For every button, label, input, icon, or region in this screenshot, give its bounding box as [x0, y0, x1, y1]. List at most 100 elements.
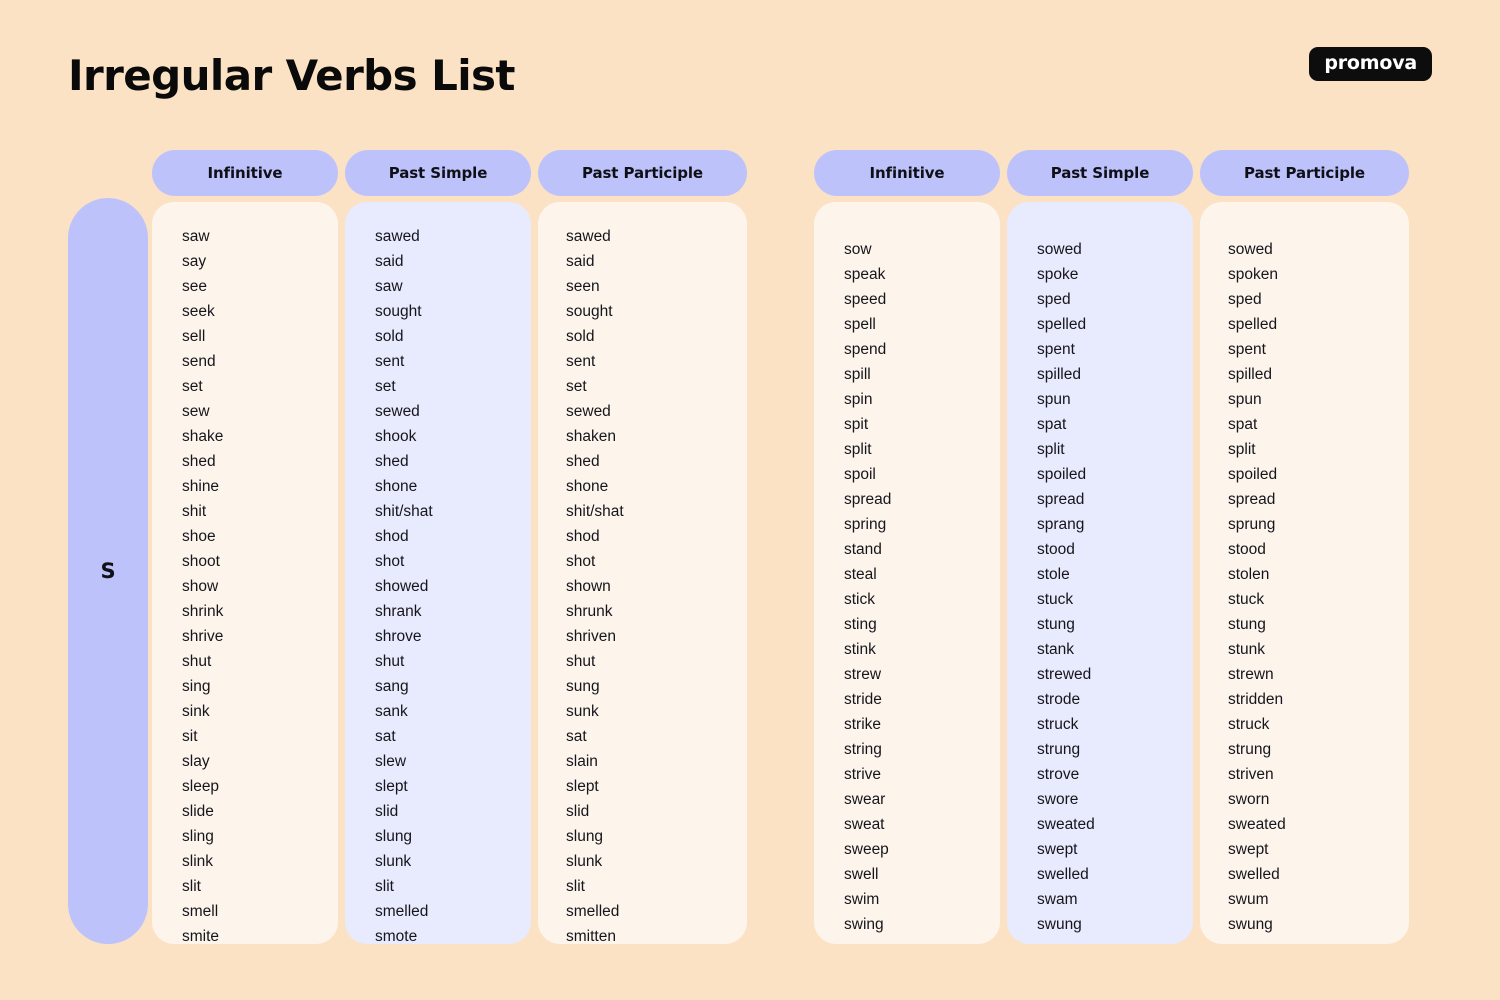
verb-item: shriven — [566, 628, 616, 645]
verb-item: sleep — [182, 778, 220, 795]
verb-item: sow — [844, 241, 872, 258]
verb-item: spring — [844, 516, 887, 533]
verb-item: stood — [1037, 541, 1075, 558]
verb-item: showed — [375, 578, 429, 595]
column-infinitive-right: Infinitive sow speak speed spell spend spill s… — [814, 150, 1000, 944]
verb-item: slung — [566, 828, 604, 845]
verb-item: swing — [844, 916, 884, 933]
verb-item: shone — [375, 478, 418, 495]
verb-item: sprung — [1228, 516, 1276, 533]
verb-item: spill — [844, 366, 871, 383]
verb-item: sweep — [844, 841, 889, 858]
verb-item: spilled — [1228, 366, 1272, 383]
verb-item: swung — [1037, 916, 1082, 933]
verb-item: spin — [844, 391, 873, 408]
verb-item: slit — [375, 878, 394, 895]
verb-item: sped — [1228, 291, 1262, 308]
verb-item: spent — [1228, 341, 1266, 358]
verb-item: saw — [182, 228, 210, 245]
verb-item: strive — [844, 766, 882, 783]
verb-item: slink — [182, 853, 214, 870]
promova-logo: promova — [1309, 47, 1432, 81]
verb-item: slid — [566, 803, 590, 820]
verb-item: shod — [566, 528, 600, 545]
verb-item: strung — [1228, 741, 1272, 758]
column-header-label: Infinitive — [207, 164, 283, 182]
verb-item: sit — [182, 728, 198, 745]
verb-item: sung — [566, 678, 600, 695]
verb-item: swore — [1037, 791, 1079, 808]
verb-item: strike — [844, 716, 882, 733]
verb-item: shit/shat — [566, 503, 624, 520]
verb-item: struck — [1037, 716, 1079, 733]
column-past-simple-left: Past Simple sawed said saw sought sold sent se… — [345, 150, 531, 944]
verb-item: swelled — [1037, 866, 1089, 883]
verb-item: slung — [375, 828, 413, 845]
verb-item: sat — [375, 728, 396, 745]
column-header-label: Past Participle — [1243, 164, 1366, 182]
verb-item: smite — [182, 928, 220, 944]
left-verb-table: Infinitive saw say see seek sell send set sew sh… — [152, 150, 770, 944]
verb-item: spend — [844, 341, 887, 358]
verb-item: sank — [375, 703, 408, 720]
verb-item: slept — [566, 778, 599, 795]
verb-item: spun — [1037, 391, 1071, 408]
verb-item: sold — [566, 328, 595, 345]
verb-item: sweated — [1228, 816, 1286, 833]
verb-item: sunk — [566, 703, 599, 720]
column-header-infinitive-right: Infinitive — [814, 150, 1000, 196]
verb-item: spread — [1037, 491, 1085, 508]
verb-item: strewed — [1037, 666, 1092, 683]
verb-item: spat — [1228, 416, 1258, 433]
verb-item: set — [182, 378, 203, 395]
verb-item: swum — [1228, 891, 1269, 908]
verb-item: sew — [182, 403, 210, 420]
verb-item: send — [182, 353, 216, 370]
verb-item: sowed — [1228, 241, 1273, 258]
verb-item: shrink — [182, 603, 224, 620]
verb-item: stolen — [1228, 566, 1270, 583]
verb-item: slid — [375, 803, 399, 820]
verb-item: string — [844, 741, 882, 758]
verb-item: smell — [182, 903, 219, 920]
verb-item: spit — [844, 416, 869, 433]
verb-item: sweated — [1037, 816, 1095, 833]
verb-item: stung — [1228, 616, 1266, 633]
verb-item: smote — [375, 928, 418, 944]
verb-item: seen — [566, 278, 600, 295]
verb-item: spoiled — [1228, 466, 1278, 483]
verb-item: shot — [375, 553, 405, 570]
verb-item: spelled — [1037, 316, 1087, 333]
verb-item: spelled — [1228, 316, 1278, 333]
right-verb-table: Infinitive sow speak speed spell spend spill s… — [814, 150, 1432, 944]
verb-item: spread — [844, 491, 892, 508]
verb-item: smitten — [566, 928, 616, 944]
verb-item: said — [375, 253, 404, 270]
promova-logo-text: promova — [1324, 52, 1417, 74]
verb-item: speak — [844, 266, 886, 283]
verb-item: shaken — [566, 428, 616, 445]
verb-item: shed — [375, 453, 409, 470]
verb-item: spell — [844, 316, 876, 333]
verb-item: sent — [375, 353, 405, 370]
verb-item: shit — [182, 503, 207, 520]
verb-item: spoke — [1037, 266, 1079, 283]
column-body-past-participle-right: sowed spoken sped spelled spent spilled spun sp… — [1200, 202, 1409, 944]
verb-item: swear — [844, 791, 886, 808]
verb-item: stand — [844, 541, 882, 558]
verb-item: stood — [1228, 541, 1266, 558]
verb-item: shoe — [182, 528, 216, 545]
verb-item: sang — [375, 678, 409, 695]
verb-item: shine — [182, 478, 220, 495]
verb-item: stink — [844, 641, 876, 658]
verb-item: show — [182, 578, 219, 595]
column-header-label: Past Simple — [388, 164, 488, 182]
verb-item: sewed — [375, 403, 420, 420]
verb-item: strewn — [1228, 666, 1274, 683]
verb-item: sewed — [566, 403, 611, 420]
verb-item: shot — [566, 553, 596, 570]
verb-item: strove — [1037, 766, 1080, 783]
verb-item: steal — [844, 566, 877, 583]
verb-item: say — [182, 253, 207, 270]
verb-item: slept — [375, 778, 408, 795]
